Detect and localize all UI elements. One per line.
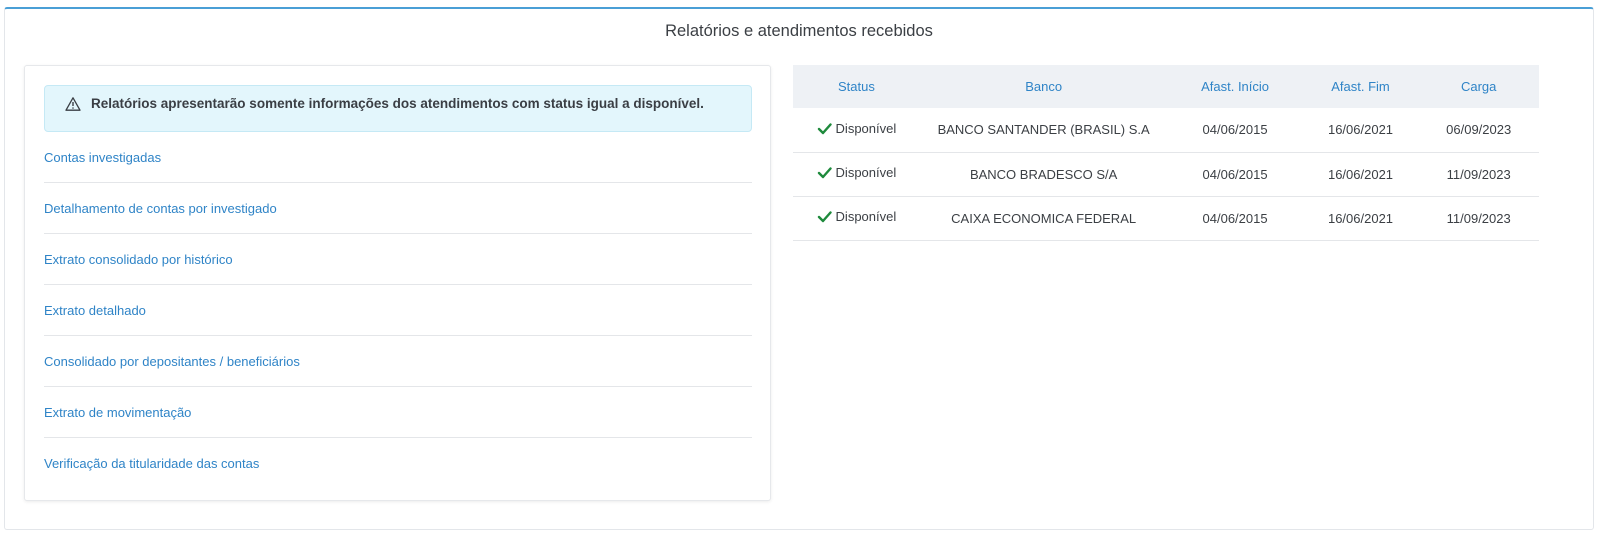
check-icon — [817, 121, 832, 136]
status-cell: Disponível — [793, 152, 920, 196]
warning-triangle-icon — [65, 96, 81, 112]
report-link-extrato-consolidado[interactable]: Extrato consolidado por histórico — [44, 252, 233, 267]
reports-card: Relatórios apresentarão somente informaç… — [24, 65, 771, 501]
report-list: Contas investigadas Detalhamento de cont… — [44, 132, 752, 489]
afast-inicio-cell: 04/06/2015 — [1202, 210, 1268, 226]
list-item: Verificação da titularidade das contas — [44, 438, 752, 489]
status-cell: Disponível — [793, 196, 920, 240]
carga-cell: 11/09/2023 — [1446, 210, 1511, 226]
alert-text: Relatórios apresentarão somente informaç… — [91, 96, 704, 111]
banco-cell: BANCO SANTANDER (BRASIL) S.A — [937, 122, 1150, 138]
list-item: Detalhamento de contas por investigado — [44, 183, 752, 234]
status-cell: Disponível — [793, 108, 920, 152]
reports-panel: Relatórios e atendimentos recebidos Rela… — [4, 7, 1594, 530]
info-alert: Relatórios apresentarão somente informaç… — [44, 85, 752, 132]
list-item: Extrato consolidado por histórico — [44, 234, 752, 285]
report-link-extrato-movimentacao[interactable]: Extrato de movimentação — [44, 405, 191, 420]
afast-fim-cell: 16/06/2021 — [1327, 210, 1394, 226]
afast-inicio-cell: 04/06/2015 — [1202, 166, 1268, 182]
report-link-consolidado-depositantes[interactable]: Consolidado por depositantes / beneficiá… — [44, 354, 300, 369]
banco-cell: BANCO BRADESCO S/A — [969, 166, 1118, 182]
column-header-banco[interactable]: Banco — [920, 65, 1168, 108]
banco-cell: CAIXA ECONOMICA FEDERAL — [951, 210, 1137, 226]
carga-cell: 11/09/2023 — [1446, 166, 1511, 182]
column-header-carga[interactable]: Carga — [1418, 65, 1539, 108]
carga-cell: 06/09/2023 — [1446, 122, 1512, 138]
list-item: Extrato detalhado — [44, 285, 752, 336]
table-row[interactable]: Disponível BANCO SANTANDER (BRASIL) S.A … — [793, 108, 1539, 152]
table-row[interactable]: Disponível CAIXA ECONOMICA FEDERAL 04/06… — [793, 196, 1539, 240]
afast-fim-cell: 16/06/2021 — [1327, 122, 1394, 138]
column-header-afast-inicio[interactable]: Afast. Início — [1167, 65, 1302, 108]
check-icon — [817, 165, 832, 180]
table-row[interactable]: Disponível BANCO BRADESCO S/A 04/06/2015… — [793, 152, 1539, 196]
list-item: Consolidado por depositantes / beneficiá… — [44, 336, 752, 387]
atendimentos-table-wrap: Status Banco Afast. Início Afast. Fim Ca… — [793, 65, 1539, 241]
afast-inicio-cell: 04/06/2015 — [1202, 122, 1268, 138]
report-link-contas-investigadas[interactable]: Contas investigadas — [44, 150, 161, 165]
status-label: Disponível — [835, 120, 897, 136]
table-header-row: Status Banco Afast. Início Afast. Fim Ca… — [793, 65, 1539, 108]
column-header-afast-fim[interactable]: Afast. Fim — [1303, 65, 1419, 108]
status-label: Disponível — [835, 209, 897, 224]
afast-fim-cell: 16/06/2021 — [1327, 166, 1394, 182]
list-item: Extrato de movimentação — [44, 387, 752, 438]
status-label: Disponível — [835, 165, 897, 180]
column-header-status[interactable]: Status — [793, 65, 920, 108]
report-link-verificacao-titularidade[interactable]: Verificação da titularidade das contas — [44, 456, 259, 471]
report-link-extrato-detalhado[interactable]: Extrato detalhado — [44, 303, 146, 318]
page-title: Relatórios e atendimentos recebidos — [665, 22, 933, 40]
atendimentos-table: Status Banco Afast. Início Afast. Fim Ca… — [793, 65, 1539, 241]
check-icon — [817, 209, 832, 224]
report-link-detalhamento-contas[interactable]: Detalhamento de contas por investigado — [44, 201, 277, 216]
list-item: Contas investigadas — [44, 132, 752, 183]
